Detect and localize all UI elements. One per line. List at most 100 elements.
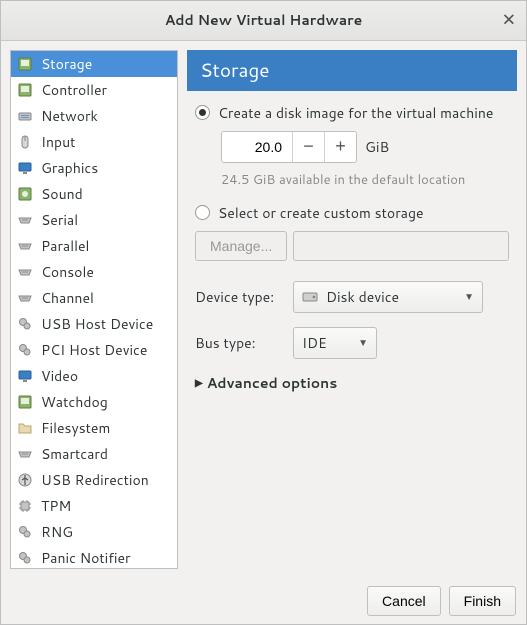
- sidebar-item-label: Filesystem: [41, 418, 110, 438]
- content-area: Storage Controller Network Input Graphics Sou…: [1, 41, 526, 578]
- sidebar-item-controller[interactable]: Controller: [11, 77, 177, 103]
- sidebar-item-label: Network: [41, 106, 98, 126]
- folder-icon: [17, 420, 33, 436]
- sidebar-item-serial[interactable]: Serial: [11, 207, 177, 233]
- sidebar-item-label: Input: [41, 132, 75, 152]
- sidebar-item-label: Video: [41, 366, 78, 386]
- sidebar-item-input[interactable]: Input: [11, 129, 177, 155]
- chevron-down-icon: ▼: [358, 336, 368, 350]
- expander-arrow-icon: ▶: [195, 376, 203, 390]
- sidebar-item-label: Panic Notifier: [41, 548, 130, 568]
- option-create-disk[interactable]: Create a disk image for the virtual mach…: [195, 103, 509, 123]
- sidebar-item-filesystem[interactable]: Filesystem: [11, 415, 177, 441]
- add-hardware-dialog: Add New Virtual Hardware ✕ Storage Contro…: [0, 0, 527, 625]
- option-custom-storage[interactable]: Select or create custom storage: [195, 203, 509, 223]
- advanced-options-label: Advanced options: [207, 373, 338, 393]
- advanced-options-expander[interactable]: ▶ Advanced options: [195, 373, 509, 393]
- serial-icon: [17, 212, 33, 228]
- bus-type-row: Bus type: IDE ▼: [195, 327, 509, 359]
- sidebar-item-usb-host-device[interactable]: USB Host Device: [11, 311, 177, 337]
- sidebar-item-label: Serial: [41, 210, 78, 230]
- sidebar-item-label: Sound: [41, 184, 83, 204]
- disk-size-input[interactable]: [222, 132, 292, 162]
- dialog-footer: Cancel Finish: [1, 578, 526, 624]
- sidebar-item-video[interactable]: Video: [11, 363, 177, 389]
- sidebar-item-label: USB Redirection: [41, 470, 149, 490]
- system-icon: [17, 550, 33, 566]
- cancel-button[interactable]: Cancel: [367, 586, 441, 616]
- sidebar-item-label: PCI Host Device: [41, 340, 147, 360]
- display-icon: [17, 160, 33, 176]
- sidebar-item-usb-redirection[interactable]: USB Redirection: [11, 467, 177, 493]
- sidebar-item-label: USB Host Device: [41, 314, 153, 334]
- storage-path-input[interactable]: [293, 231, 509, 261]
- display-icon: [17, 368, 33, 384]
- disk-icon: [17, 56, 33, 72]
- storage-form: Create a disk image for the virtual mach…: [187, 91, 517, 569]
- sidebar-item-label: Parallel: [41, 236, 89, 256]
- sidebar-item-label: Storage: [41, 54, 92, 74]
- sidebar-item-label: Channel: [41, 288, 94, 308]
- serial-icon: [17, 290, 33, 306]
- window-title: Add New Virtual Hardware: [165, 10, 363, 30]
- chip-icon: [17, 498, 33, 514]
- page-title: Storage: [187, 50, 517, 91]
- sidebar-item-label: Controller: [41, 80, 107, 100]
- manage-storage-button[interactable]: Manage...: [195, 231, 287, 261]
- option-create-disk-label: Create a disk image for the virtual mach…: [218, 103, 493, 123]
- disk-icon: [302, 289, 318, 305]
- sidebar-item-sound[interactable]: Sound: [11, 181, 177, 207]
- sidebar-item-parallel[interactable]: Parallel: [11, 233, 177, 259]
- chevron-down-icon: ▼: [464, 290, 474, 304]
- sidebar-item-tpm[interactable]: TPM: [11, 493, 177, 519]
- custom-storage-row: Manage...: [195, 231, 509, 261]
- sidebar-item-label: Console: [41, 262, 94, 282]
- titlebar: Add New Virtual Hardware ✕: [1, 1, 526, 41]
- system-icon: [17, 524, 33, 540]
- device-type-combo[interactable]: Disk device ▼: [293, 281, 483, 313]
- sidebar-item-watchdog[interactable]: Watchdog: [11, 389, 177, 415]
- network-icon: [17, 108, 33, 124]
- system-icon: [17, 342, 33, 358]
- sidebar-item-console[interactable]: Console: [11, 259, 177, 285]
- disk-size-unit: GiB: [365, 137, 389, 157]
- spin-plus-button[interactable]: +: [324, 132, 356, 162]
- disk-size-stepper[interactable]: − +: [221, 131, 357, 163]
- sidebar-item-label: Watchdog: [41, 392, 108, 412]
- sidebar-item-storage[interactable]: Storage: [11, 51, 177, 77]
- radio-custom-storage[interactable]: [195, 205, 210, 220]
- sidebar-item-label: Graphics: [41, 158, 98, 178]
- usb-icon: [17, 472, 33, 488]
- sidebar-item-panic-notifier[interactable]: Panic Notifier: [11, 545, 177, 569]
- serial-icon: [17, 446, 33, 462]
- finish-button[interactable]: Finish: [449, 586, 516, 616]
- sidebar-item-label: RNG: [41, 522, 73, 542]
- sound-icon: [17, 186, 33, 202]
- sidebar-item-label: TPM: [41, 496, 71, 516]
- sidebar-item-label: Smartcard: [41, 444, 108, 464]
- sidebar-item-smartcard[interactable]: Smartcard: [11, 441, 177, 467]
- mouse-icon: [17, 134, 33, 150]
- hardware-type-list[interactable]: Storage Controller Network Input Graphics Sou…: [10, 50, 178, 569]
- main-panel: Storage Create a disk image for the virt…: [187, 50, 517, 569]
- sidebar-item-network[interactable]: Network: [11, 103, 177, 129]
- close-icon[interactable]: ✕: [502, 12, 516, 29]
- serial-icon: [17, 238, 33, 254]
- device-type-label: Device type:: [195, 287, 281, 307]
- device-type-row: Device type: Disk device ▼: [195, 281, 509, 313]
- sidebar-item-rng[interactable]: RNG: [11, 519, 177, 545]
- sidebar-item-pci-host-device[interactable]: PCI Host Device: [11, 337, 177, 363]
- sidebar-item-graphics[interactable]: Graphics: [11, 155, 177, 181]
- bus-type-value: IDE: [302, 333, 327, 353]
- system-icon: [17, 316, 33, 332]
- serial-icon: [17, 264, 33, 280]
- spin-minus-button[interactable]: −: [292, 132, 324, 162]
- disk-size-row: − + GiB: [221, 131, 509, 163]
- available-space-hint: 24.5 GiB available in the default locati…: [221, 171, 509, 189]
- bus-type-combo[interactable]: IDE ▼: [293, 327, 377, 359]
- sidebar-item-channel[interactable]: Channel: [11, 285, 177, 311]
- option-custom-storage-label: Select or create custom storage: [218, 203, 424, 223]
- radio-create-disk[interactable]: [195, 105, 210, 120]
- controller-icon: [17, 394, 33, 410]
- bus-type-label: Bus type:: [195, 333, 281, 353]
